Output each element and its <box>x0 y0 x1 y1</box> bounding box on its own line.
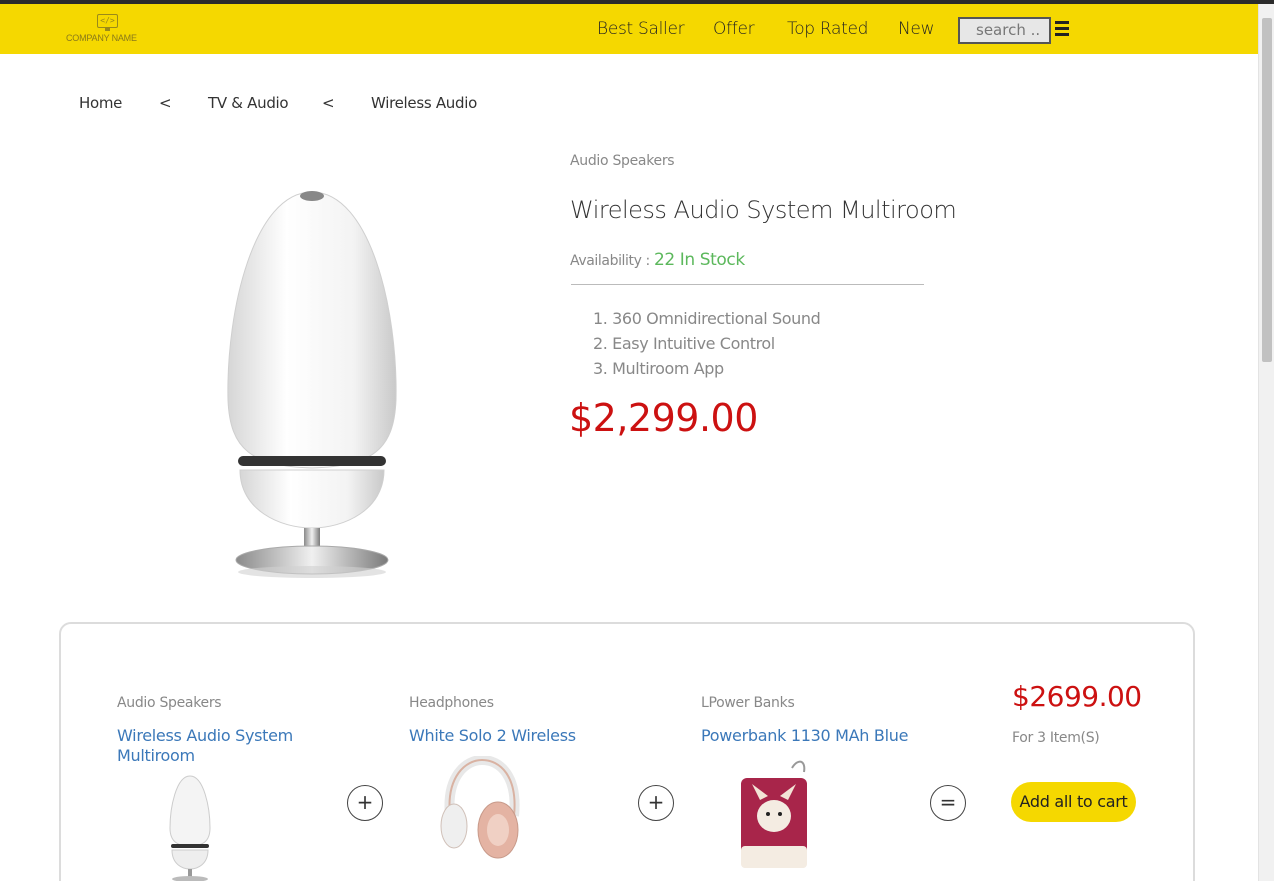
nav-top-rated[interactable]: Top Rated <box>787 19 868 39</box>
divider <box>571 284 924 285</box>
feature-item: 1. 360 Omnidirectional Sound <box>593 309 821 328</box>
plus-operator: + <box>638 785 674 821</box>
breadcrumb-home[interactable]: Home <box>79 94 122 112</box>
add-all-to-cart-button[interactable]: Add all to cart <box>1011 782 1136 822</box>
bundle-speaker-thumbnail[interactable] <box>160 772 220 881</box>
logo-text: COMPANY NAME <box>66 33 137 43</box>
code-monitor-icon: </> <box>97 14 118 28</box>
equals-operator: = <box>930 785 966 821</box>
bundle-item-category: Headphones <box>409 695 494 711</box>
bundle-item-category: LPower Banks <box>701 695 795 711</box>
breadcrumb-separator: < <box>159 94 172 112</box>
product-image-speaker <box>227 191 397 578</box>
company-logo[interactable]: </> COMPANY NAME <box>64 13 154 47</box>
product-price: $2,299.00 <box>569 396 758 440</box>
feature-list: 1. 360 Omnidirectional Sound 2. Easy Int… <box>593 306 821 381</box>
availability: Availability : 22 In Stock <box>570 250 745 270</box>
scrollbar-thumb[interactable] <box>1262 18 1272 362</box>
breadcrumb-tv-audio[interactable]: TV & Audio <box>208 94 289 112</box>
feature-item: 3. Multiroom App <box>593 359 724 378</box>
monitor-stand <box>105 28 110 31</box>
nav-new[interactable]: New <box>898 19 934 39</box>
product-title: Wireless Audio System Multiroom <box>570 196 957 224</box>
site-header: </> COMPANY NAME Best Saller Offer Top R… <box>0 4 1258 54</box>
plus-operator: + <box>347 785 383 821</box>
bundle-total-price: $2699.00 <box>1012 680 1142 713</box>
bundle-headphones-thumbnail[interactable] <box>436 756 526 864</box>
product-category: Audio Speakers <box>570 153 675 169</box>
bundle-item-link[interactable]: Wireless Audio System Multiroom <box>117 726 307 766</box>
vertical-scrollbar[interactable] <box>1258 4 1274 881</box>
nav-offer[interactable]: Offer <box>713 19 755 39</box>
bundle-item-link[interactable]: Powerbank 1130 MAh Blue <box>701 726 908 746</box>
availability-label: Availability : <box>570 253 654 269</box>
bundle-item-link[interactable]: White Solo 2 Wireless <box>409 726 576 746</box>
bundle-item-category: Audio Speakers <box>117 695 222 711</box>
hamburger-menu-icon[interactable] <box>1055 21 1070 36</box>
nav-best-saller[interactable]: Best Saller <box>597 19 685 39</box>
breadcrumb-separator: < <box>322 94 335 112</box>
feature-item: 2. Easy Intuitive Control <box>593 334 775 353</box>
bundle-item-count: For 3 Item(S) <box>1012 730 1100 746</box>
breadcrumb-wireless-audio[interactable]: Wireless Audio <box>371 94 477 112</box>
search-input[interactable]: search .. <box>958 17 1051 44</box>
availability-value: 22 In Stock <box>653 250 745 270</box>
bundle-powerbank-thumbnail[interactable] <box>738 754 810 870</box>
